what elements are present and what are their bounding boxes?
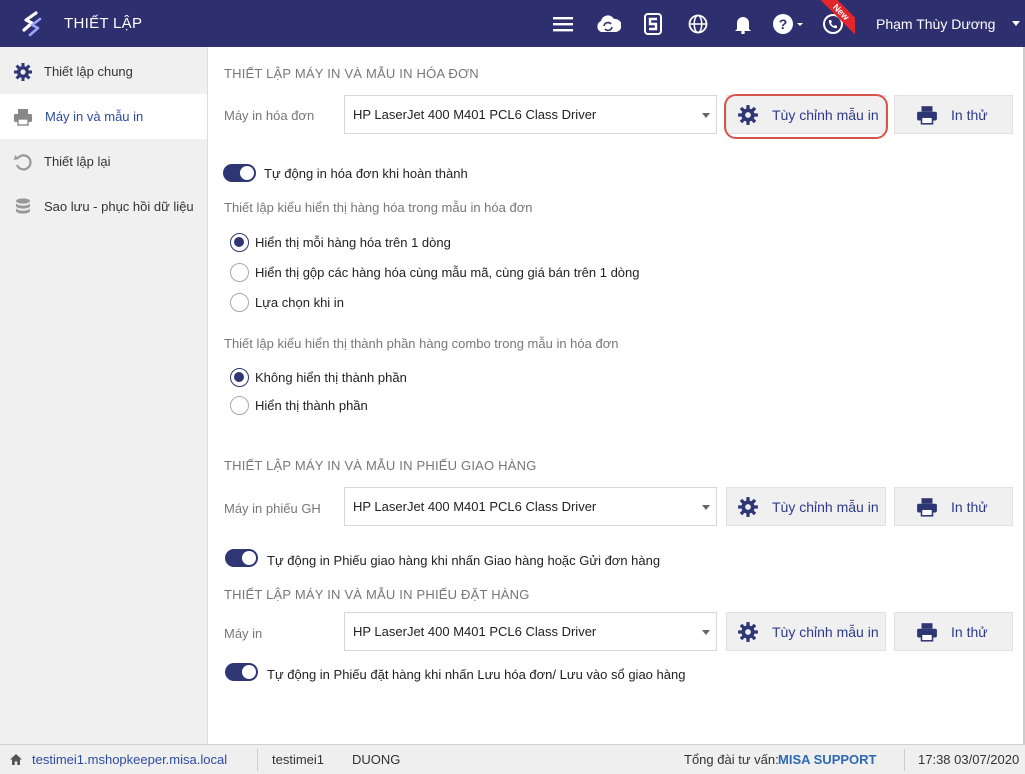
delivery-printer-label: Máy in phiếu GH <box>224 501 321 516</box>
menu-icon[interactable] <box>540 0 585 47</box>
radio-button[interactable] <box>230 293 249 312</box>
header-icons: ? New <box>540 0 855 47</box>
radio-label: Hiển thị mỗi hàng hóa trên 1 dòng <box>255 235 451 250</box>
delivery-auto-print-toggle[interactable] <box>225 549 258 567</box>
invoice-auto-print-label: Tự động in hóa đơn khi hoàn thành <box>264 166 468 181</box>
invoice-printer-label: Máy in hóa đơn <box>224 108 315 123</box>
reset-icon <box>12 151 34 173</box>
globe-icon[interactable] <box>675 0 720 47</box>
chevron-down-icon <box>702 113 710 118</box>
button-label: In thử <box>951 498 988 515</box>
delivery-section-title: THIẾT LẬP MÁY IN VÀ MẪU IN PHIẾU GIAO HÀ… <box>224 458 537 473</box>
button-label: In thử <box>951 106 988 123</box>
hotline-value[interactable]: MISA SUPPORT <box>778 745 876 774</box>
new-badge: New <box>821 0 855 34</box>
sidebar-item-reset[interactable]: Thiết lập lại <box>0 139 207 184</box>
sidebar-item-printers[interactable]: Máy in và mẫu in <box>0 94 207 139</box>
sidebar: Thiết lập chung Máy in và mẫu in Thiết l… <box>0 47 208 744</box>
delivery-customize-button[interactable]: Tùy chỉnh mẫu in <box>726 487 886 526</box>
chevron-down-icon[interactable] <box>1012 21 1020 26</box>
sidebar-item-general[interactable]: Thiết lập chung <box>0 49 207 94</box>
radio-label: Hiển thị thành phần <box>255 398 368 413</box>
radio-label: Hiển thị gộp các hàng hóa cùng mẫu mã, c… <box>255 265 640 280</box>
printer-icon <box>915 103 939 127</box>
home-icon[interactable] <box>9 745 23 774</box>
button-label: Tùy chỉnh mẫu in <box>772 106 879 123</box>
user-name[interactable]: Phạm Thùy Dương <box>876 0 995 47</box>
main-panel: THIẾT LẬP MÁY IN VÀ MẪU IN HÓA ĐƠN Máy i… <box>208 47 1023 744</box>
delivery-auto-print-label: Tự động in Phiếu giao hàng khi nhấn Giao… <box>267 553 661 568</box>
gear-icon <box>736 620 760 644</box>
svg-text:?: ? <box>778 16 787 32</box>
gear-icon <box>736 103 760 127</box>
bell-icon[interactable] <box>720 0 765 47</box>
phone-icon[interactable]: New <box>810 0 855 47</box>
order-section-title: THIẾT LẬP MÁY IN VÀ MẪU IN PHIẾU ĐẶT HÀN… <box>224 587 530 602</box>
sidebar-item-label: Máy in và mẫu in <box>45 109 144 124</box>
sidebar-item-label: Thiết lập lại <box>44 154 111 169</box>
delivery-printer-select[interactable]: HP LaserJet 400 M401 PCL6 Class Driver <box>344 487 717 526</box>
gear-icon <box>12 61 34 83</box>
delivery-test-print-button[interactable]: In thử <box>894 487 1013 526</box>
invoice-printer-select[interactable]: HP LaserJet 400 M401 PCL6 Class Driver <box>344 95 717 134</box>
order-printer-value: HP LaserJet 400 M401 PCL6 Class Driver <box>353 624 597 639</box>
invoice-test-print-button[interactable]: In thử <box>894 95 1013 134</box>
combo-display-title: Thiết lập kiểu hiển thị thành phần hàng … <box>224 336 619 351</box>
invoice-printer-value: HP LaserJet 400 M401 PCL6 Class Driver <box>353 107 597 122</box>
invoice-display-option[interactable]: Lựa chọn khi in <box>230 293 344 312</box>
sidebar-item-label: Sao lưu - phục hồi dữ liệu <box>44 199 194 214</box>
invoice-section-title: THIẾT LẬP MÁY IN VÀ MẪU IN HÓA ĐƠN <box>224 66 479 81</box>
shop-name: testimei1 <box>272 752 325 767</box>
chevron-down-icon <box>702 505 710 510</box>
radio-button[interactable] <box>230 368 249 387</box>
domain-link[interactable]: testimei1.mshopkeeper.misa.local <box>32 745 227 774</box>
page-title: THIẾT LẬP <box>64 15 143 32</box>
delivery-printer-value: HP LaserJet 400 M401 PCL6 Class Driver <box>353 499 597 514</box>
app-logo-icon[interactable] <box>0 0 64 47</box>
top-bar: THIẾT LẬP ? New Phạm Thùy Dương <box>0 0 1025 47</box>
printer-icon <box>12 106 34 128</box>
radio-label: Lựa chọn khi in <box>255 295 344 310</box>
divider <box>904 749 905 771</box>
current-user: DUONG <box>352 752 401 767</box>
combo-display-option[interactable]: Không hiển thị thành phần <box>230 368 407 387</box>
invoice-display-title: Thiết lập kiểu hiển thị hàng hóa trong m… <box>224 200 533 215</box>
status-bar: testimei1.mshopkeeper.misa.local testime… <box>0 744 1025 774</box>
invoice-auto-print-toggle[interactable] <box>223 164 256 182</box>
order-printer-label: Máy in <box>224 626 263 641</box>
order-printer-select[interactable]: HP LaserJet 400 M401 PCL6 Class Driver <box>344 612 717 651</box>
order-test-print-button[interactable]: In thử <box>894 612 1013 651</box>
divider <box>257 749 258 771</box>
invoice-customize-button[interactable]: Tùy chỉnh mẫu in <box>726 95 886 134</box>
button-label: Tùy chỉnh mẫu in <box>772 623 879 640</box>
invoice-display-option[interactable]: Hiển thị mỗi hàng hóa trên 1 dòng <box>230 233 451 252</box>
database-icon <box>12 196 34 218</box>
radio-button[interactable] <box>230 263 249 282</box>
order-auto-print-label: Tự động in Phiếu đặt hàng khi nhấn Lưu h… <box>267 667 686 682</box>
button-label: Tùy chỉnh mẫu in <box>772 498 879 515</box>
sidebar-item-backup[interactable]: Sao lưu - phục hồi dữ liệu <box>0 184 207 229</box>
button-label: In thử <box>951 623 988 640</box>
radio-label: Không hiển thị thành phần <box>255 370 407 385</box>
chevron-down-icon <box>702 630 710 635</box>
printer-icon <box>915 620 939 644</box>
printer-icon <box>915 495 939 519</box>
s-logo-icon[interactable] <box>630 0 675 47</box>
radio-button[interactable] <box>230 233 249 252</box>
sidebar-item-label: Thiết lập chung <box>44 64 133 79</box>
datetime: 17:38 03/07/2020 <box>918 752 1020 767</box>
help-icon[interactable]: ? <box>765 0 810 47</box>
radio-button[interactable] <box>230 396 249 415</box>
order-customize-button[interactable]: Tùy chỉnh mẫu in <box>726 612 886 651</box>
order-auto-print-toggle[interactable] <box>225 663 258 681</box>
combo-display-option[interactable]: Hiển thị thành phần <box>230 396 368 415</box>
gear-icon <box>736 495 760 519</box>
hotline-label: Tổng đài tư vấn: <box>684 752 779 767</box>
cloud-sync-icon[interactable] <box>585 0 630 47</box>
invoice-display-option[interactable]: Hiển thị gộp các hàng hóa cùng mẫu mã, c… <box>230 263 640 282</box>
